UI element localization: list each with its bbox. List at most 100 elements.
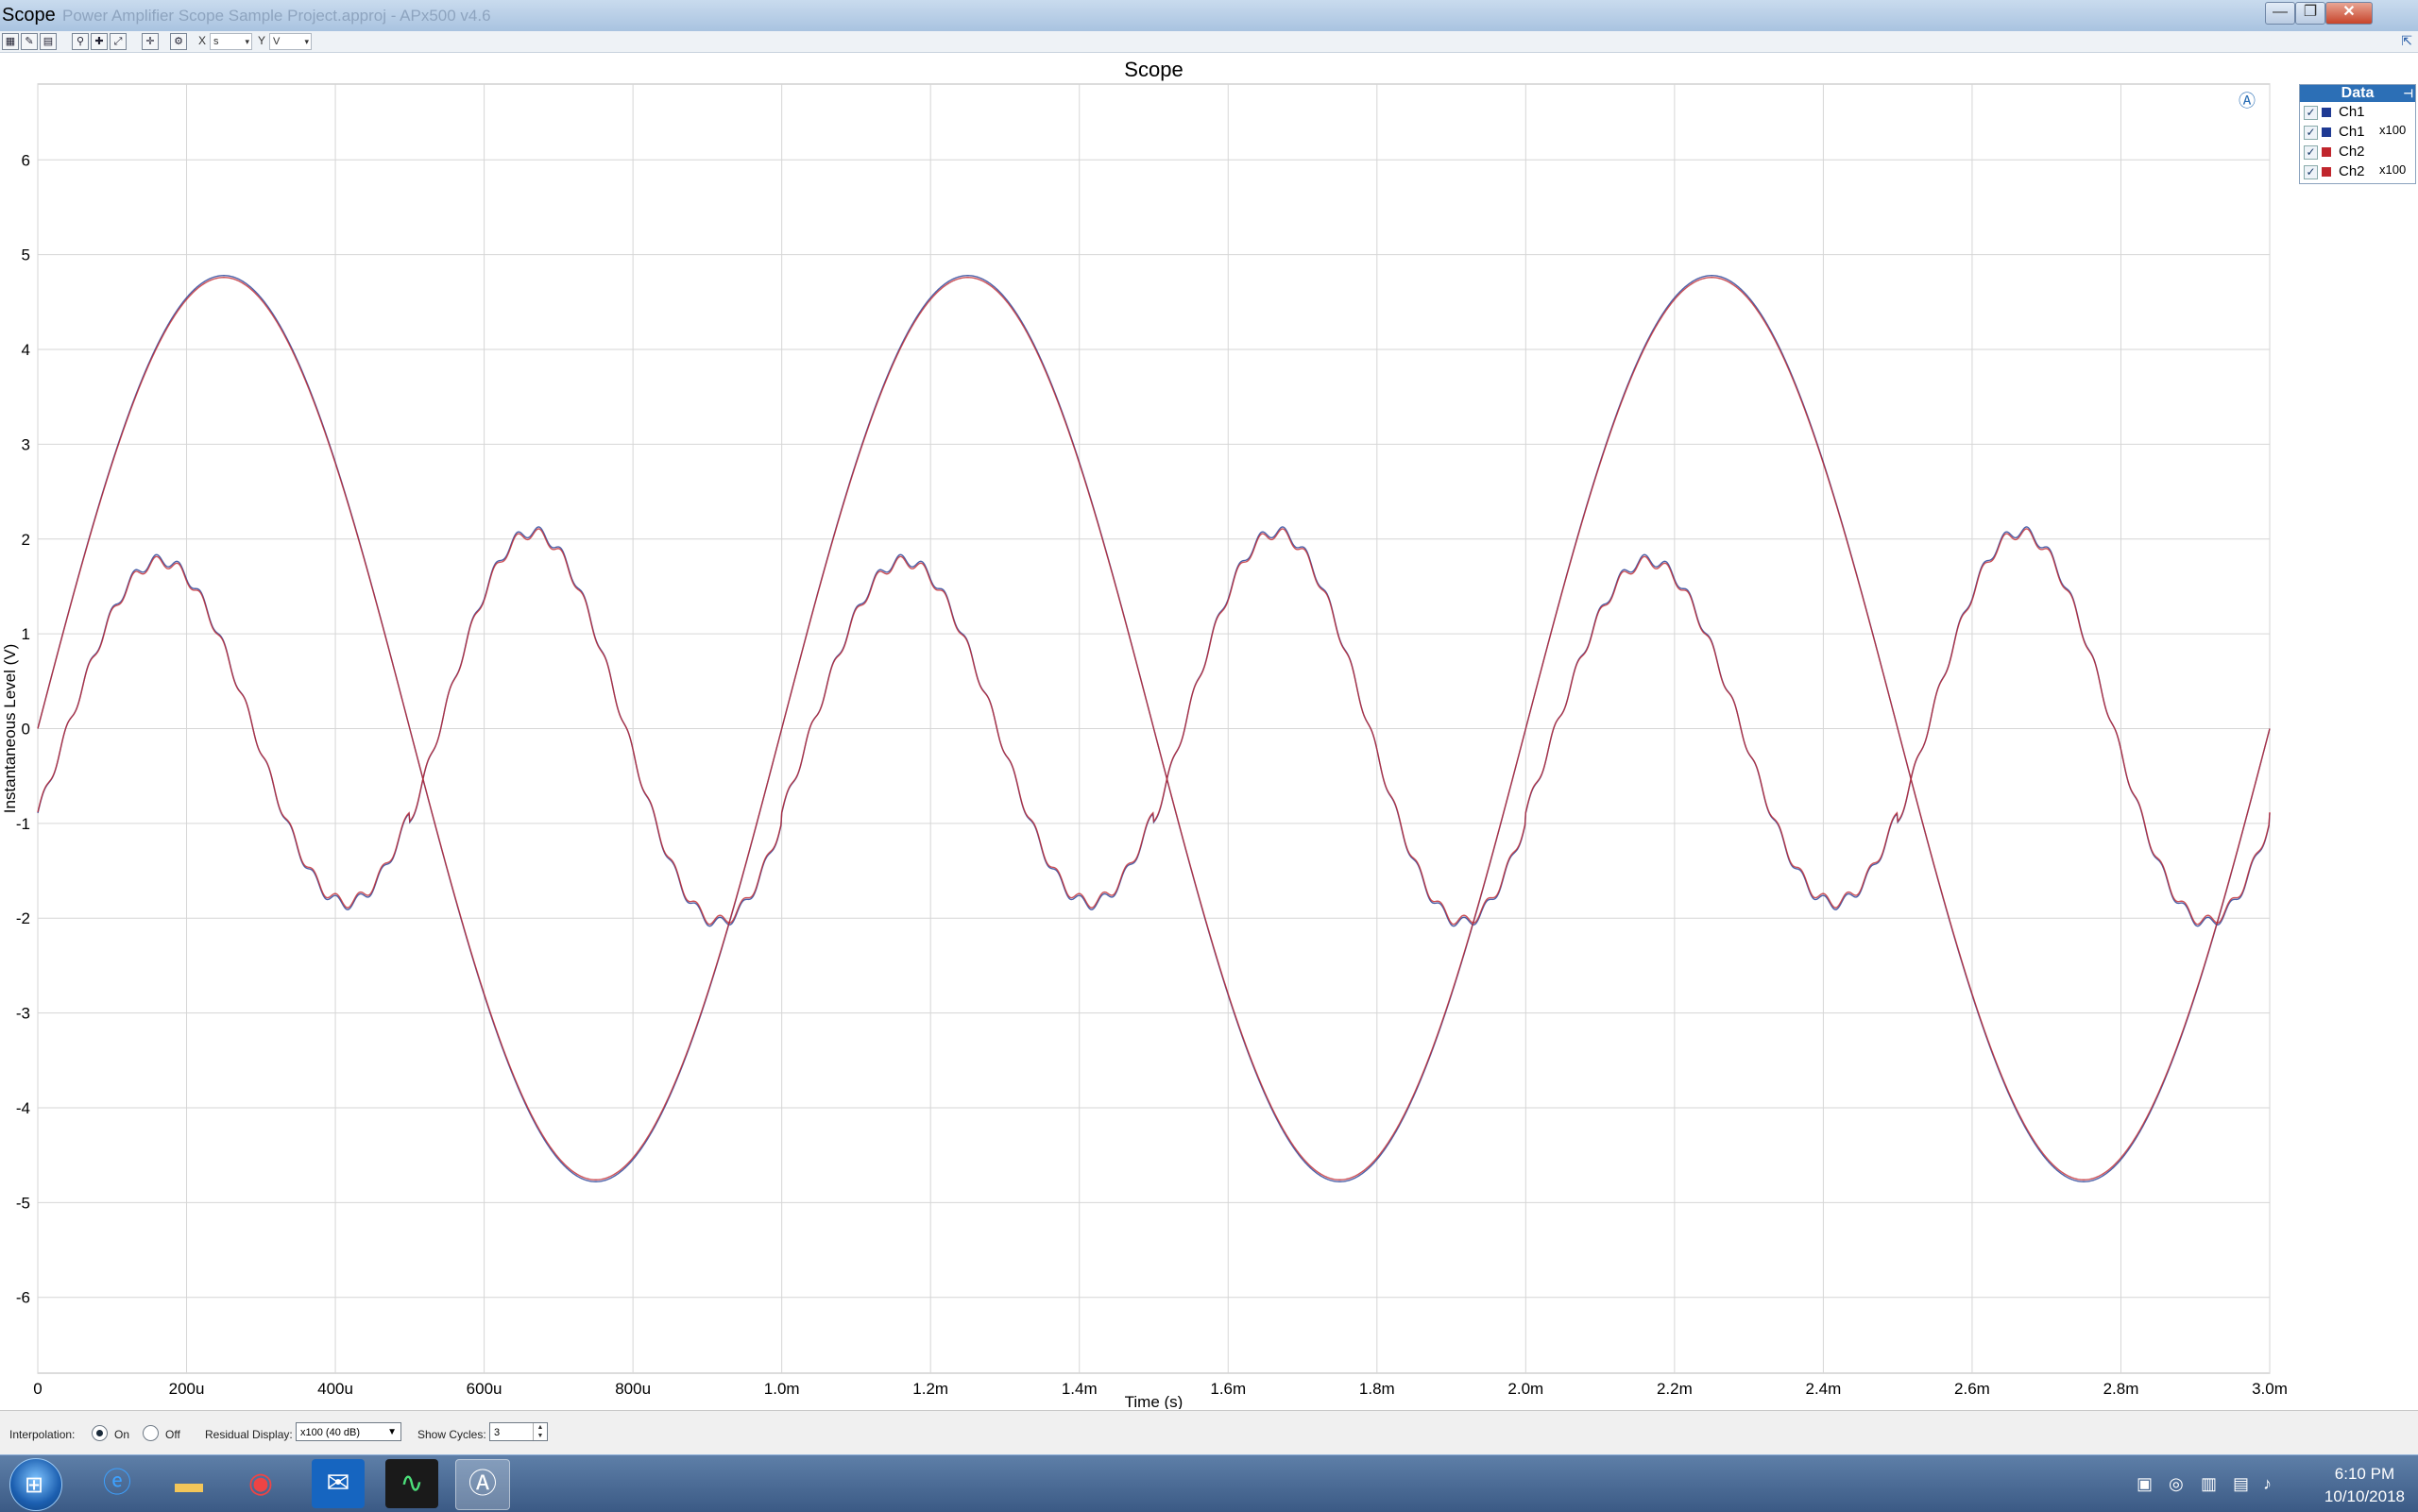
zoom-icon[interactable]: ⚲	[72, 33, 89, 50]
legend-swatch	[2322, 108, 2331, 117]
x-tick-label: 2.2m	[1657, 1380, 1693, 1398]
legend-swatch	[2322, 147, 2331, 157]
legend-item[interactable]: ✓ Ch1	[2300, 102, 2415, 122]
interpolation-off-radio[interactable]	[143, 1425, 159, 1441]
start-button[interactable]: ⊞	[9, 1458, 62, 1511]
edit-icon[interactable]: ✎	[21, 33, 38, 50]
tray-network-icon[interactable]: ▤	[2233, 1474, 2249, 1494]
show-cycles-stepper[interactable]: 3 ▲ ▼	[489, 1422, 548, 1441]
tray-app-icon[interactable]: ▣	[2137, 1474, 2153, 1494]
window-title-bar: Scope Power Amplifier Scope Sample Proje…	[0, 0, 2418, 32]
app-title: Power Amplifier Scope Sample Project.app…	[62, 7, 491, 25]
undock-icon[interactable]: ⇱	[2401, 33, 2412, 49]
legend-label: Ch1	[2339, 104, 2365, 120]
y-tick-label: 3	[22, 435, 30, 453]
interpolation-on-radio[interactable]	[92, 1425, 108, 1441]
chart-title: Scope	[1124, 58, 1183, 81]
legend-item[interactable]: ✓ Ch2	[2300, 142, 2415, 161]
legend-swatch	[2322, 127, 2331, 137]
window-title: Scope	[2, 5, 56, 25]
clock-time: 6:10 PM	[2334, 1465, 2395, 1483]
x-tick-label: 2.4m	[1806, 1380, 1842, 1398]
checkbox-checked-icon[interactable]: ✓	[2304, 126, 2318, 140]
chevron-down-icon: ▾	[245, 37, 249, 46]
chrome-icon[interactable]: ◉	[234, 1459, 287, 1508]
scope-options-bar: Interpolation: On Off Residual Display: …	[0, 1410, 2418, 1455]
interpolation-on-label: On	[114, 1428, 130, 1441]
chevron-down-icon: ▼	[387, 1427, 397, 1437]
export-icon[interactable]: ▦	[2, 33, 19, 50]
tray-sync-icon[interactable]: ◎	[2169, 1474, 2184, 1494]
legend-item[interactable]: ✓ Ch1 x100	[2300, 122, 2415, 142]
y-tick-label: -1	[16, 815, 30, 833]
y-unit-select[interactable]: V ▾	[269, 33, 312, 50]
taskbar-clock[interactable]: 6:10 PM 10/10/2018	[2324, 1463, 2405, 1508]
x-axis-label: X	[198, 34, 207, 47]
x-tick-label: 1.6m	[1210, 1380, 1246, 1398]
close-button[interactable]: ✕	[2325, 2, 2373, 25]
y-unit-value: V	[273, 36, 281, 47]
settings-icon[interactable]: ⚙	[170, 33, 187, 50]
legend-label: Ch2	[2339, 163, 2365, 179]
y-axis-label: Y	[258, 34, 266, 47]
x-axis-label: Time (s)	[1125, 1393, 1183, 1409]
graph-toolbar: ▦ ✎ ▤ ⚲ ✚ ⤢ ✛ ⚙ X s ▾ Y V ▾ ⇱	[0, 31, 2418, 53]
legend-title: Data	[2341, 85, 2375, 101]
chevron-down-icon: ▾	[304, 37, 309, 46]
internet-explorer-icon[interactable]: ⓔ	[91, 1459, 144, 1508]
x-tick-label: 3.0m	[2252, 1380, 2288, 1398]
y-tick-label: 6	[22, 151, 30, 169]
scope-app-icon[interactable]: ∿	[385, 1459, 438, 1508]
tray-volume-icon[interactable]: ♪	[2263, 1474, 2272, 1494]
cursor-icon[interactable]: ✛	[142, 33, 159, 50]
spin-up-icon[interactable]: ▲	[533, 1423, 547, 1432]
y-tick-label: 5	[22, 246, 30, 264]
scope-chart: Scope 0 200u 400u 600u 800u 1.0m 1.2m 1.4m 1.6m 1.…	[1, 58, 2288, 1409]
checkbox-checked-icon[interactable]: ✓	[2304, 145, 2318, 160]
residual-display-label: Residual Display:	[205, 1428, 293, 1441]
clock-date: 10/10/2018	[2324, 1487, 2405, 1505]
y-tick-label: 1	[22, 625, 30, 643]
tray-device-icon[interactable]: ▥	[2201, 1474, 2217, 1494]
print-icon[interactable]: ▤	[40, 33, 57, 50]
pin-icon[interactable]: ⊣	[2404, 85, 2413, 102]
windows-logo-icon: ⊞	[25, 1472, 44, 1498]
y-tick-label: -6	[16, 1289, 30, 1307]
legend-item[interactable]: ✓ Ch2 x100	[2300, 161, 2415, 181]
legend-label: Ch2	[2339, 144, 2365, 160]
y-axis-label: Instantaneous Level (V)	[1, 644, 19, 814]
scope-graph[interactable]: Scope 0 200u 400u 600u 800u 1.0m 1.2m 1.4m 1.6m 1.…	[0, 53, 2418, 1409]
windows-taskbar: ⊞ ⓔ ▬ ◉ ✉ ∿ Ⓐ ▣ ◎ ▥ ▤ ♪ 6:10 PM 10/10/20…	[0, 1454, 2418, 1512]
y-tick-label: -2	[16, 909, 30, 927]
checkbox-checked-icon[interactable]: ✓	[2304, 106, 2318, 120]
outlook-icon[interactable]: ✉	[312, 1459, 365, 1508]
x-tick-label: 400u	[317, 1380, 353, 1398]
x-tick-label: 800u	[615, 1380, 651, 1398]
folder-icon[interactable]: ▬	[162, 1459, 215, 1508]
y-tick-label: -3	[16, 1005, 30, 1023]
legend-swatch	[2322, 167, 2331, 177]
x-tick-label: 1.0m	[764, 1380, 800, 1398]
minimize-button[interactable]: —	[2265, 2, 2295, 25]
legend-suffix: x100	[2379, 162, 2407, 177]
y-tick-label: 4	[22, 341, 30, 359]
zoom-fit-icon[interactable]: ✚	[91, 33, 108, 50]
x-unit-select[interactable]: s ▾	[210, 33, 252, 50]
x-tick-label: 1.4m	[1062, 1380, 1098, 1398]
apx-app-icon[interactable]: Ⓐ	[455, 1459, 510, 1510]
residual-display-select[interactable]: x100 (40 dB) ▼	[296, 1422, 401, 1441]
interpolation-off-label: Off	[165, 1428, 180, 1441]
x-tick-label: 1.8m	[1359, 1380, 1395, 1398]
legend-header: Data ⊣	[2300, 85, 2415, 102]
y-tick-label: -4	[16, 1099, 30, 1117]
ap-logo-icon: Ⓐ	[2239, 92, 2256, 110]
checkbox-checked-icon[interactable]: ✓	[2304, 165, 2318, 179]
x-tick-label: 2.6m	[1954, 1380, 1990, 1398]
spin-down-icon[interactable]: ▼	[533, 1432, 547, 1440]
maximize-button[interactable]: ❐	[2295, 2, 2325, 25]
x-tick-label: 200u	[169, 1380, 205, 1398]
x-tick-label: 1.2m	[912, 1380, 948, 1398]
legend-suffix: x100	[2379, 123, 2407, 137]
y-tick-label: 0	[22, 721, 30, 739]
zoom-extents-icon[interactable]: ⤢	[110, 33, 127, 50]
